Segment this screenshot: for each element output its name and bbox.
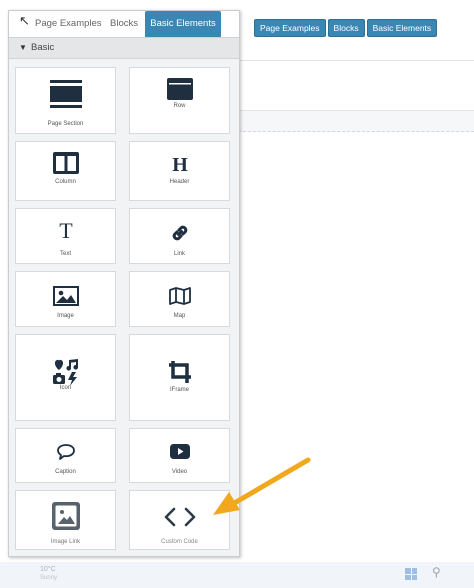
element-card-row[interactable]: Row (129, 67, 230, 134)
element-card-map[interactable]: Map (129, 271, 230, 327)
mouse-cursor-icon: ↖ (19, 13, 30, 28)
canvas-tab-page-examples[interactable]: Page Examples (254, 19, 326, 37)
element-card-page-section[interactable]: Page Section (15, 67, 116, 134)
row-icon (130, 78, 229, 100)
canvas-tab-bar: Page Examples Blocks Basic Elements (254, 19, 438, 37)
element-card-iframe[interactable]: IFrame (129, 334, 230, 421)
element-label: Image (57, 313, 74, 319)
caption-icon (16, 443, 115, 461)
element-label: Caption (55, 469, 76, 475)
svg-text:H: H (172, 154, 188, 174)
element-label: Text (59, 251, 71, 257)
element-label: Page Section (47, 121, 84, 127)
element-label: Header (169, 179, 190, 185)
column-icon (16, 152, 115, 174)
iframe-icon (130, 360, 229, 384)
element-card-icon[interactable]: Icon (15, 334, 116, 421)
annotation-arrow-icon (213, 457, 311, 515)
section-label: Basic (31, 42, 55, 53)
map-icon (130, 287, 229, 305)
weather-temperature: 10°C (40, 566, 56, 573)
element-label: IFrame (169, 387, 189, 393)
caret-down-icon: ▼ (19, 43, 27, 52)
taskbar-search-icon[interactable]: ⚲ (432, 565, 441, 579)
taskbar (0, 562, 474, 588)
canvas-tab-blocks[interactable]: Blocks (327, 19, 365, 37)
tab-blocks[interactable]: Blocks (110, 11, 138, 37)
element-label: Icon (59, 385, 72, 391)
canvas-tab-basic-elements[interactable]: Basic Elements (366, 19, 438, 37)
page-section-icon (16, 80, 115, 108)
image-link-icon (16, 501, 115, 531)
element-card-image-link[interactable]: Image Link (15, 490, 116, 550)
panel-tab-bar: ↖ Page Examples Blocks Basic Elements (9, 11, 239, 38)
element-label: Image Link (50, 539, 81, 545)
element-card-text[interactable]: T Text (15, 208, 116, 264)
element-card-caption[interactable]: Caption (15, 428, 116, 483)
windows-start-icon[interactable] (405, 568, 417, 580)
header-icon: H (130, 154, 229, 174)
element-card-image[interactable]: Image (15, 271, 116, 327)
section-header-basic[interactable]: ▼ Basic (9, 38, 239, 59)
canvas-row-placeholder[interactable] (238, 110, 474, 132)
svg-text:T: T (59, 219, 73, 241)
element-card-header[interactable]: H Header (129, 141, 230, 201)
element-label: Row (173, 103, 186, 109)
canvas-divider (238, 60, 474, 61)
element-card-column[interactable]: Column (15, 141, 116, 201)
element-label: Column (55, 179, 76, 185)
text-icon: T (16, 219, 115, 241)
element-label: Custom Code (161, 539, 198, 545)
element-label: Map (173, 313, 186, 319)
weather-condition: Sunny (40, 575, 58, 581)
icon-icon (16, 358, 115, 386)
element-label: Link (173, 251, 185, 257)
tab-page-examples[interactable]: Page Examples (35, 11, 102, 37)
element-card-link[interactable]: Link (129, 208, 230, 264)
tab-basic-elements[interactable]: Basic Elements (145, 11, 221, 37)
image-icon (16, 286, 115, 306)
link-icon (130, 223, 229, 243)
